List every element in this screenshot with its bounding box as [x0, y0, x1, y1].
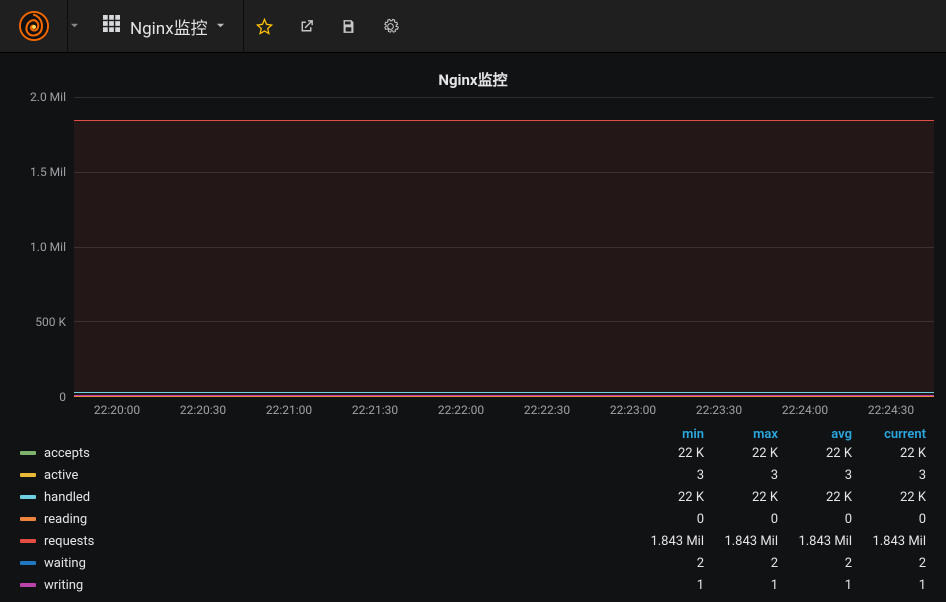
- legend-current: 0: [852, 512, 926, 527]
- legend-min: 3: [630, 468, 704, 483]
- legend-row[interactable]: waiting2222: [12, 552, 926, 574]
- x-tick: 22:24:30: [848, 403, 934, 417]
- plot-area[interactable]: [74, 97, 934, 397]
- legend-max: 22 K: [704, 490, 778, 505]
- legend-label: handled: [44, 490, 630, 505]
- gridline: [74, 97, 934, 98]
- legend-min: 1: [630, 578, 704, 593]
- x-axis: 22:20:0022:20:3022:21:0022:21:3022:22:00…: [74, 397, 934, 421]
- dashboard-name: Nginx监控: [130, 14, 208, 39]
- legend-avg: 1.843 Mil: [778, 534, 852, 549]
- legend-row[interactable]: accepts22 K22 K22 K22 K: [12, 442, 926, 464]
- legend-swatch: [20, 517, 36, 521]
- legend-max: 22 K: [704, 446, 778, 461]
- legend-avg: 3: [778, 468, 852, 483]
- x-tick: 22:24:00: [762, 403, 848, 417]
- legend-avg: 22 K: [778, 490, 852, 505]
- legend-current: 3: [852, 468, 926, 483]
- legend-col-avg[interactable]: avg: [778, 427, 852, 442]
- logo-dropdown-caret[interactable]: [68, 19, 85, 34]
- legend-current: 22 K: [852, 490, 926, 505]
- legend-swatch: [20, 583, 36, 587]
- legend-avg: 1: [778, 578, 852, 593]
- legend-max: 2: [704, 556, 778, 571]
- legend: min max avg current accepts22 K22 K22 K2…: [12, 427, 934, 596]
- save-button[interactable]: [328, 0, 370, 53]
- legend-avg: 0: [778, 512, 852, 527]
- dashboard-picker[interactable]: Nginx监控: [85, 0, 244, 53]
- legend-col-max[interactable]: max: [704, 427, 778, 442]
- legend-swatch: [20, 473, 36, 477]
- chart[interactable]: 0500 K1.0 Mil1.5 Mil2.0 Mil: [12, 97, 934, 397]
- legend-header: min max avg current: [12, 427, 926, 442]
- y-axis: 0500 K1.0 Mil1.5 Mil2.0 Mil: [12, 97, 74, 397]
- x-tick: 22:20:00: [74, 403, 160, 417]
- legend-col-current[interactable]: current: [852, 427, 926, 442]
- legend-label: accepts: [44, 446, 630, 461]
- legend-current: 1: [852, 578, 926, 593]
- panel-title[interactable]: Nginx监控: [12, 69, 934, 89]
- legend-swatch: [20, 451, 36, 455]
- legend-col-min[interactable]: min: [630, 427, 704, 442]
- legend-max: 1.843 Mil: [704, 534, 778, 549]
- series-line: [74, 120, 934, 121]
- grafana-logo[interactable]: [0, 0, 68, 53]
- legend-row[interactable]: writing1111: [12, 574, 926, 596]
- y-tick: 500 K: [35, 315, 66, 329]
- x-tick: 22:21:30: [332, 403, 418, 417]
- chevron-down-icon: [216, 20, 225, 33]
- legend-min: 0: [630, 512, 704, 527]
- x-tick: 22:23:00: [590, 403, 676, 417]
- settings-button[interactable]: [370, 0, 412, 53]
- panel: Nginx监控 0 500 K 1.0 Mil 1.5 Mil 2.0 Mil 22:2…: [0, 53, 946, 602]
- legend-max: 1: [704, 578, 778, 593]
- legend-current: 22 K: [852, 446, 926, 461]
- y-tick: 1.5 Mil: [30, 165, 66, 179]
- x-tick: 22:23:30: [676, 403, 762, 417]
- legend-min: 22 K: [630, 446, 704, 461]
- share-button[interactable]: [286, 0, 328, 53]
- legend-current: 2: [852, 556, 926, 571]
- legend-min: 1.843 Mil: [630, 534, 704, 549]
- legend-row[interactable]: requests1.843 Mil1.843 Mil1.843 Mil1.843…: [12, 530, 926, 552]
- series-fill-requests: [74, 120, 934, 396]
- y-tick: 2.0 Mil: [30, 90, 66, 104]
- legend-swatch: [20, 495, 36, 499]
- series-line: [74, 392, 934, 393]
- y-tick: 1.0 Mil: [30, 240, 66, 254]
- legend-min: 22 K: [630, 490, 704, 505]
- legend-current: 1.843 Mil: [852, 534, 926, 549]
- legend-swatch: [20, 539, 36, 543]
- top-nav: Nginx监控: [0, 0, 946, 53]
- legend-row[interactable]: handled22 K22 K22 K22 K: [12, 486, 926, 508]
- legend-label: reading: [44, 512, 630, 527]
- legend-row[interactable]: active3333: [12, 464, 926, 486]
- y-tick: 0: [59, 390, 66, 404]
- x-tick: 22:20:30: [160, 403, 246, 417]
- legend-swatch: [20, 561, 36, 565]
- legend-avg: 22 K: [778, 446, 852, 461]
- dashboard-grid-icon: [103, 15, 120, 37]
- legend-avg: 2: [778, 556, 852, 571]
- legend-label: active: [44, 468, 630, 483]
- legend-max: 0: [704, 512, 778, 527]
- x-tick: 22:22:30: [504, 403, 590, 417]
- legend-min: 2: [630, 556, 704, 571]
- legend-label: requests: [44, 534, 630, 549]
- x-tick: 22:22:00: [418, 403, 504, 417]
- star-button[interactable]: [244, 0, 286, 53]
- legend-max: 3: [704, 468, 778, 483]
- grafana-logo-icon: [19, 11, 49, 41]
- legend-row[interactable]: reading0000: [12, 508, 926, 530]
- legend-label: waiting: [44, 556, 630, 571]
- x-tick: 22:21:00: [246, 403, 332, 417]
- series-line: [74, 395, 934, 396]
- toolbar: [244, 0, 412, 53]
- legend-label: writing: [44, 578, 630, 593]
